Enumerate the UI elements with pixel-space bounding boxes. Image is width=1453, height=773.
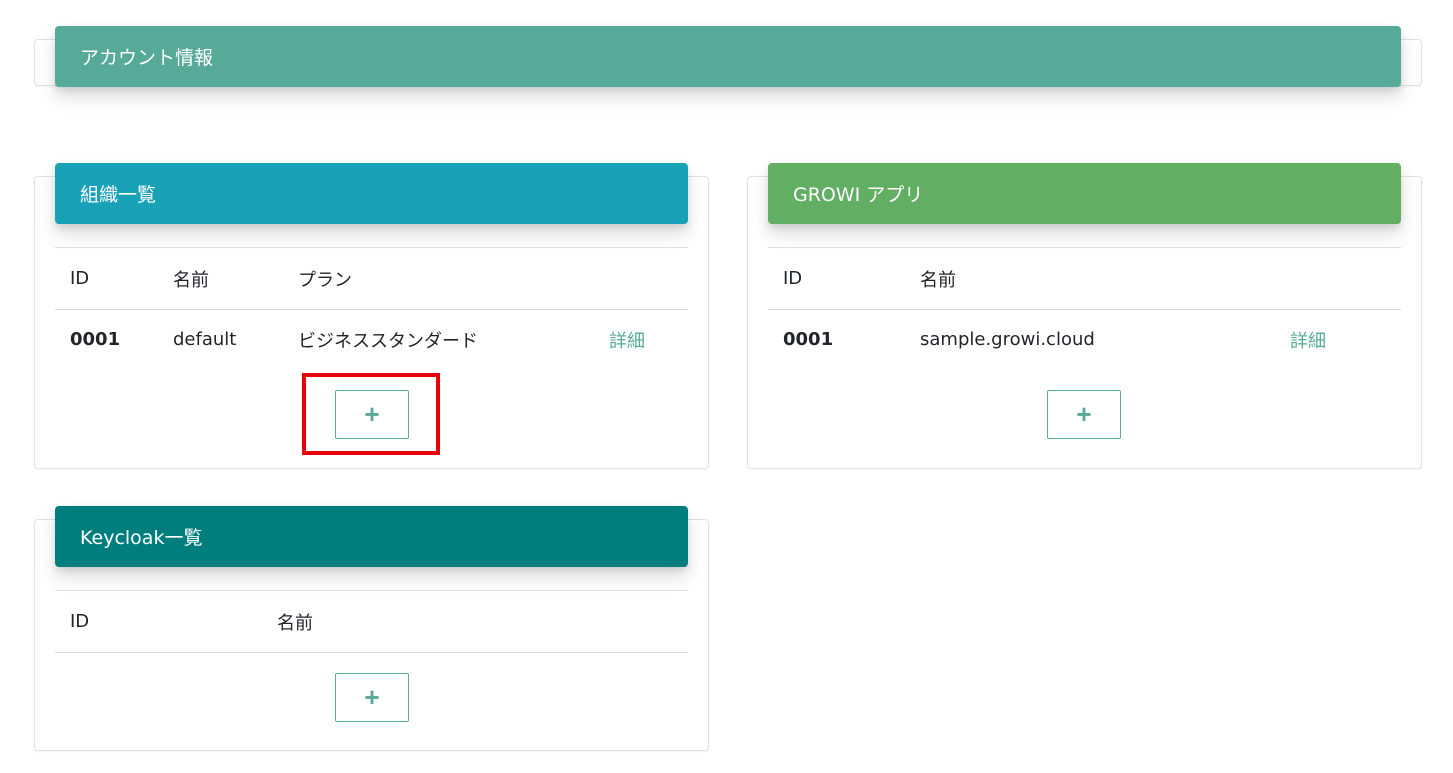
account-info-title: アカウント情報 — [80, 47, 214, 69]
column-header-name: 名前 — [262, 590, 688, 653]
keycloak-list-card: Keycloak一覧 ID 名前 + — [34, 506, 709, 751]
keycloak-list-title: Keycloak一覧 — [80, 527, 203, 549]
app-id-cell: 0001 — [783, 329, 834, 351]
organization-list-card: 組織一覧 ID 名前 プラン 0001 default ビジネススタンダード 詳… — [34, 163, 709, 469]
add-organization-button[interactable]: + — [335, 390, 409, 439]
account-info-header: アカウント情報 — [55, 26, 1401, 87]
table-header-row: ID 名前 プラン — [55, 247, 688, 310]
app-name-cell: sample.growi.cloud — [920, 329, 1095, 351]
column-header-plan: プラン — [283, 247, 594, 310]
org-id-cell: 0001 — [70, 329, 121, 351]
growi-apps-title: GROWI アプリ — [793, 184, 924, 206]
column-header-id: ID — [55, 590, 262, 653]
column-header-name: 名前 — [158, 247, 283, 310]
organization-table: ID 名前 プラン 0001 default ビジネススタンダード 詳細 — [55, 247, 688, 370]
column-header-action — [594, 247, 688, 310]
growi-apps-header: GROWI アプリ — [768, 163, 1401, 224]
app-detail-link[interactable]: 詳細 — [1290, 331, 1326, 352]
account-info-card: アカウント情報 — [34, 26, 1422, 87]
org-detail-link[interactable]: 詳細 — [609, 331, 645, 352]
table-header-row: ID 名前 — [768, 247, 1401, 310]
organization-list-header: 組織一覧 — [55, 163, 688, 224]
org-plan-cell: ビジネススタンダード — [298, 330, 478, 352]
column-header-action — [1275, 247, 1401, 310]
column-header-id: ID — [55, 247, 158, 310]
table-header-row: ID 名前 — [55, 590, 688, 653]
keycloak-list-header: Keycloak一覧 — [55, 506, 688, 567]
table-row: 0001 default ビジネススタンダード 詳細 — [55, 310, 688, 370]
column-header-name: 名前 — [905, 247, 1275, 310]
table-row: 0001 sample.growi.cloud 詳細 — [768, 310, 1401, 370]
org-name-cell: default — [173, 329, 237, 351]
organization-list-title: 組織一覧 — [80, 184, 157, 206]
growi-apps-table: ID 名前 0001 sample.growi.cloud 詳細 — [768, 247, 1401, 370]
keycloak-table: ID 名前 — [55, 590, 688, 653]
growi-apps-card: GROWI アプリ ID 名前 0001 sample.growi.cloud … — [747, 163, 1422, 469]
column-header-id: ID — [768, 247, 905, 310]
add-keycloak-button[interactable]: + — [335, 673, 409, 722]
add-growi-app-button[interactable]: + — [1047, 390, 1121, 439]
